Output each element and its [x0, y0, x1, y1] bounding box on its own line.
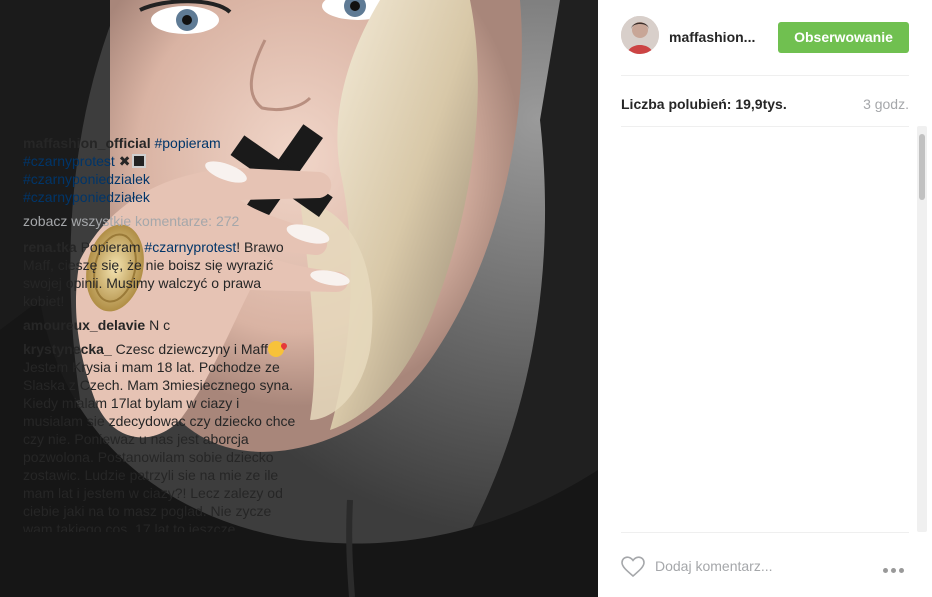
comment: krystynecka_ Czesc dziewczyny i Maff Jes… — [23, 340, 297, 532]
likes-count[interactable]: Liczba polubień: 19,9tys. — [621, 96, 787, 112]
header-divider — [621, 75, 909, 76]
caption-username[interactable]: maffashion_official — [23, 135, 151, 151]
username[interactable]: maffashion... — [669, 29, 769, 45]
more-options-icon[interactable] — [883, 560, 909, 573]
comment-text: Jestem Krysia i mam 18 lat. Pochodze ze … — [23, 359, 296, 532]
hashtag[interactable]: #czarnyprotest — [23, 153, 115, 169]
avatar-image — [621, 16, 659, 54]
kiss-emoji-icon — [267, 341, 284, 357]
post-footer — [621, 548, 909, 584]
comment: amoureux_delavie N c — [23, 316, 297, 334]
post-side-panel: maffashion... Obserwowanie Liczba polubi… — [598, 0, 932, 597]
view-all-comments-link[interactable]: zobacz wszystkie komentarze: 272 — [23, 212, 297, 230]
scrollbar-thumb[interactable] — [919, 134, 925, 200]
avatar[interactable] — [621, 16, 659, 54]
hashtag[interactable]: #popieram — [154, 135, 220, 151]
likes-divider — [621, 126, 909, 127]
comment-username[interactable]: rena.tka — [23, 239, 77, 255]
comment-text: N c — [149, 317, 171, 333]
comment: rena.tka Popieram #czarnyprotest! Brawo … — [23, 238, 297, 310]
comment-input[interactable] — [655, 554, 875, 578]
hashtag[interactable]: #czarnyponiedziałek — [23, 189, 150, 205]
comment-username[interactable]: krystynecka_ — [23, 341, 112, 357]
comment-username[interactable]: amoureux_delavie — [23, 317, 145, 333]
caption: maffashion_official #popieram #czarnypro… — [23, 134, 297, 206]
post-header: maffashion... Obserwowanie — [621, 16, 909, 58]
comment-text: Popieram — [80, 239, 145, 255]
heart-icon[interactable] — [621, 556, 645, 578]
likes-row: Liczba polubień: 19,9tys. 3 godz. — [621, 96, 909, 116]
hashtag[interactable]: #czarnyponiedzialek — [23, 171, 150, 187]
comments-scrollbar[interactable] — [917, 126, 927, 532]
post-time[interactable]: 3 godz. — [863, 96, 909, 112]
comments-list[interactable]: maffashion_official #popieram #czarnypro… — [23, 134, 313, 532]
footer-divider — [621, 532, 909, 533]
black-square-emoji-icon — [132, 154, 147, 168]
follow-button[interactable]: Obserwowanie — [778, 22, 909, 53]
comment-text: Czesc dziewczyny i Maff — [115, 341, 268, 357]
hashtag[interactable]: #czarnyprotest — [144, 239, 236, 255]
x-emoji-icon: ✖ — [118, 153, 131, 169]
